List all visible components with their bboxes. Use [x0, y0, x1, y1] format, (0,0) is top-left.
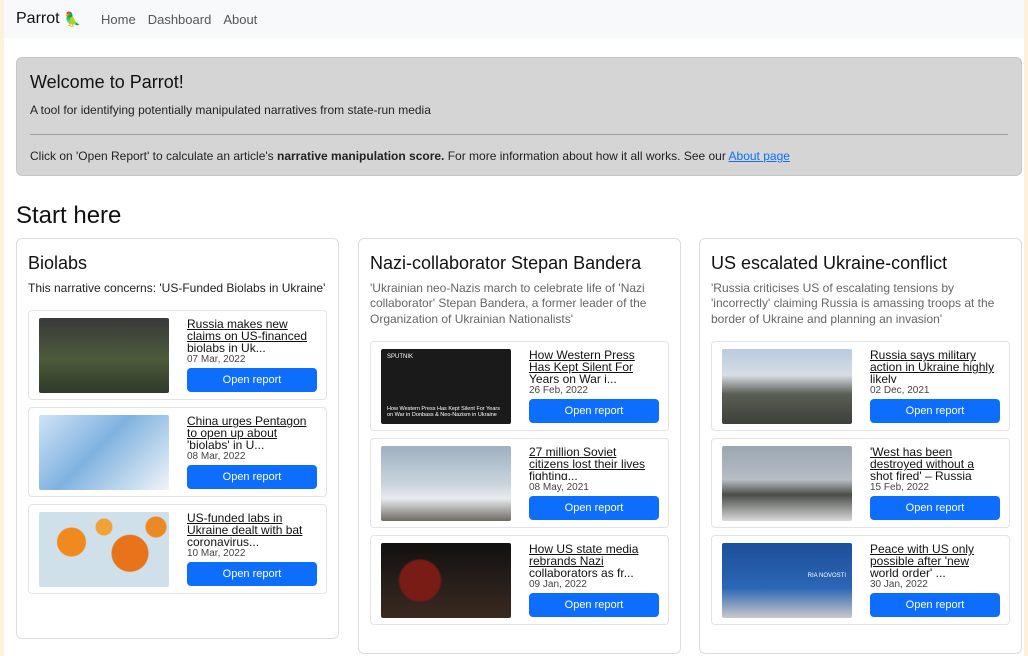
article-item: Russia says military action in Ukraine h…: [711, 341, 1010, 432]
article-title[interactable]: 27 million Soviet citizens lost their li…: [529, 446, 659, 480]
article-thumbnail: [722, 446, 852, 522]
welcome-lead: A tool for identifying potentially manip…: [30, 103, 431, 117]
article-date: 08 Mar, 2022: [187, 450, 246, 462]
article-thumbnail: SPUTNIK How Western Press Has Kept Silen…: [381, 349, 511, 425]
open-report-button[interactable]: Open report: [870, 593, 1000, 618]
page: Parrot 🦜 Home Dashboard About Welcome to…: [4, 0, 1024, 656]
open-report-button[interactable]: Open report: [529, 593, 659, 618]
card-title: Biolabs: [28, 253, 88, 273]
article-date: 07 Mar, 2022: [187, 353, 246, 365]
article-title[interactable]: 'West has been destroyed without a shot …: [870, 446, 1000, 480]
nav-about[interactable]: About: [223, 12, 257, 27]
about-page-link[interactable]: About page: [729, 149, 790, 163]
article-thumbnail: [722, 349, 852, 425]
parrot-icon: 🦜: [63, 10, 82, 27]
info-suffix: For more information about how it all wo…: [444, 149, 729, 163]
article-item: 27 million Soviet citizens lost their li…: [370, 438, 669, 529]
article-title[interactable]: US-funded labs in Ukraine dealt with bat…: [187, 512, 317, 546]
article-title[interactable]: Peace with US only possible after 'new w…: [870, 543, 1000, 577]
article-item: US-funded labs in Ukraine dealt with bat…: [28, 504, 327, 595]
thumbnail-caption: How Western Press Has Kept Silent For Ye…: [387, 406, 501, 419]
divider: [30, 134, 1008, 135]
open-report-button[interactable]: Open report: [529, 399, 659, 424]
open-report-button[interactable]: Open report: [187, 464, 317, 490]
article-date: 02 Dec, 2021: [870, 385, 930, 397]
article-title[interactable]: How Western Press Has Kept Silent For Ye…: [529, 349, 659, 383]
info-prefix: Click on 'Open Report' to calculate an a…: [30, 149, 277, 163]
welcome-info: Click on 'Open Report' to calculate an a…: [30, 149, 1008, 163]
card-concern: 'Russia criticises US of escalating tens…: [711, 280, 995, 326]
article-title[interactable]: China urges Pentagon to open up about 'b…: [187, 415, 317, 449]
start-here-heading: Start here: [16, 202, 122, 229]
nav-home[interactable]: Home: [101, 12, 136, 27]
article-date: 30 Jan, 2022: [870, 579, 928, 591]
article-date: 15 Feb, 2022: [870, 482, 929, 494]
narrative-card-bandera: Nazi-collaborator Stepan Bandera 'Ukrain…: [358, 238, 681, 654]
narrative-card-biolabs: Biolabs This narrative concerns: 'US-Fun…: [16, 238, 339, 639]
article-item: How US state media rebrands Nazi collabo…: [370, 535, 669, 626]
article-item: Russia makes new claims on US-financed b…: [28, 310, 327, 401]
welcome-title: Welcome to Parrot!: [30, 72, 184, 92]
card-concern: This narrative concerns: 'US-Funded Biol…: [28, 280, 326, 295]
welcome-banner: Welcome to Parrot! A tool for identifyin…: [16, 57, 1022, 176]
article-title[interactable]: How US state media rebrands Nazi collabo…: [529, 543, 659, 577]
brand-link[interactable]: Parrot 🦜: [16, 10, 81, 28]
article-title[interactable]: Russia says military action in Ukraine h…: [870, 349, 1000, 383]
article-thumbnail: [39, 415, 169, 491]
article-item: China urges Pentagon to open up about 'b…: [28, 407, 327, 498]
open-report-button[interactable]: Open report: [529, 496, 659, 521]
article-date: 08 May, 2021: [529, 482, 589, 494]
article-date: 09 Jan, 2022: [529, 579, 587, 591]
card-title: US escalated Ukraine-conflict: [711, 253, 948, 273]
article-thumbnail: [39, 512, 169, 588]
article-item: 'West has been destroyed without a shot …: [711, 438, 1010, 529]
article-thumbnail: [39, 318, 169, 394]
open-report-button[interactable]: Open report: [187, 561, 317, 587]
narrative-card-us-escalated: US escalated Ukraine-conflict 'Russia cr…: [699, 238, 1022, 654]
brand-name: Parrot: [16, 10, 60, 27]
navbar: Parrot 🦜 Home Dashboard About: [4, 0, 1024, 38]
info-bold: narrative manipulation score.: [277, 149, 445, 163]
article-thumbnail: [381, 543, 511, 619]
article-item: RIA NOVOSTI Peace with US only possible …: [711, 535, 1010, 626]
open-report-button[interactable]: Open report: [870, 496, 1000, 521]
card-concern: 'Ukrainian neo-Nazis march to celebrate …: [370, 280, 647, 326]
article-thumbnail: RIA NOVOSTI: [722, 543, 852, 619]
article-date: 26 Feb, 2022: [529, 385, 588, 397]
open-report-button[interactable]: Open report: [870, 399, 1000, 424]
article-thumbnail: [381, 446, 511, 522]
article-title[interactable]: Russia makes new claims on US-financed b…: [187, 318, 317, 352]
sputnik-logo: SPUTNIK: [387, 354, 414, 361]
nav-dashboard[interactable]: Dashboard: [148, 12, 212, 27]
open-report-button[interactable]: Open report: [187, 367, 317, 393]
card-title: Nazi-collaborator Stepan Bandera: [370, 253, 642, 273]
ria-novosti-logo: RIA NOVOSTI: [807, 573, 846, 580]
article-item: SPUTNIK How Western Press Has Kept Silen…: [370, 341, 669, 432]
article-date: 10 Mar, 2022: [187, 547, 246, 559]
